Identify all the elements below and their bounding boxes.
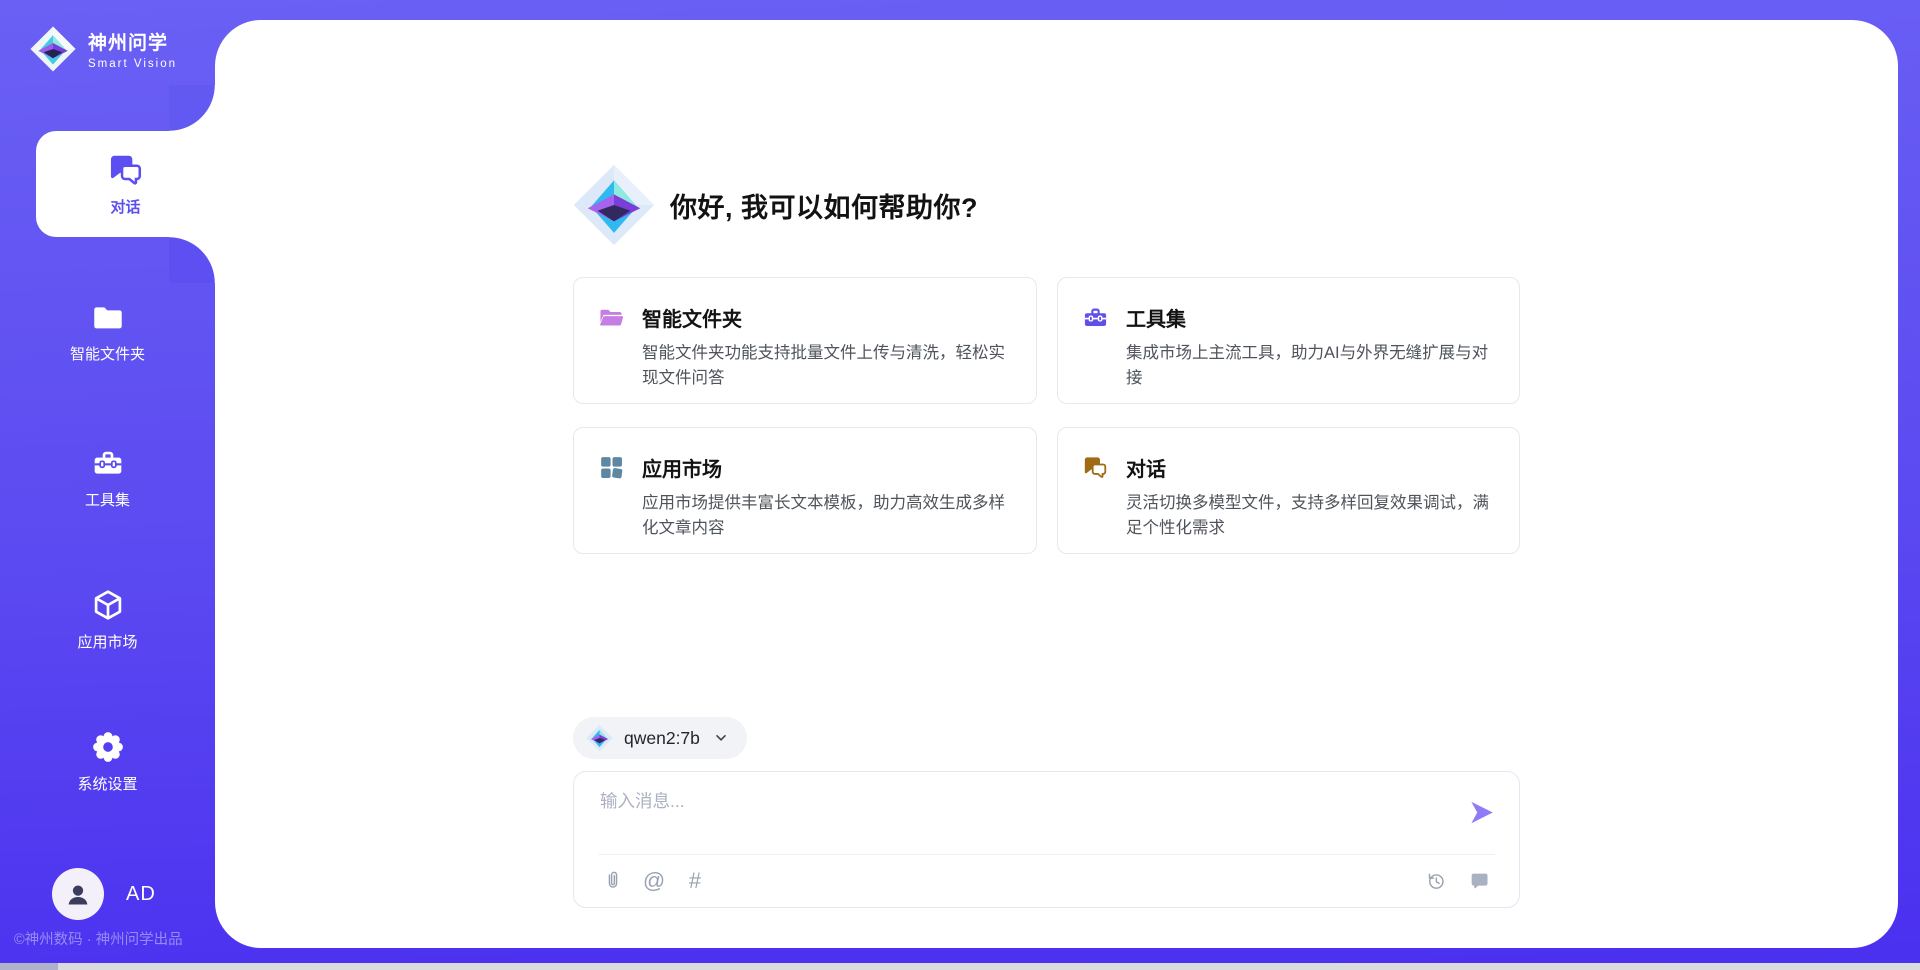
- sidebar-item-settings[interactable]: 系统设置: [0, 730, 215, 794]
- model-selector[interactable]: qwen2:7b: [573, 717, 747, 759]
- sidebar-item-label: 智能文件夹: [70, 343, 145, 364]
- attachment-button[interactable]: [600, 868, 626, 894]
- greeting: 你好, 我可以如何帮助你?: [573, 163, 978, 247]
- user-account[interactable]: AD: [52, 868, 156, 920]
- active-tab-fillet-top: [169, 85, 215, 131]
- send-button[interactable]: [1468, 799, 1495, 826]
- card-title: 应用市场: [642, 453, 722, 482]
- mention-icon: @: [643, 870, 665, 892]
- feature-cards: 智能文件夹 智能文件夹功能支持批量文件上传与清洗，轻松实现文件问答 工具: [573, 277, 1520, 554]
- sidebar: 神州问学 Smart Vision 对话 智能文件夹: [0, 0, 215, 970]
- chat-bubbles-icon: [107, 151, 145, 189]
- sidebar-item-label: 应用市场: [77, 631, 137, 652]
- sidebar-item-smart-folder[interactable]: 智能文件夹: [0, 300, 215, 364]
- gem-icon: [30, 24, 76, 74]
- card-title: 对话: [1126, 453, 1166, 482]
- main-content: 你好, 我可以如何帮助你? 智能文件夹 智能文件夹功能支持批量文件上传与清洗，轻…: [573, 20, 1520, 948]
- chat-bubble-button[interactable]: [1467, 868, 1493, 894]
- sidebar-item-app-market[interactable]: 应用市场: [0, 588, 215, 652]
- card-app-market[interactable]: 应用市场 应用市场提供丰富长文本模板，助力高效生成多样化文章内容: [573, 427, 1037, 554]
- card-chat[interactable]: 对话 灵活切换多模型文件，支持多样回复效果调试，满足个性化需求: [1057, 427, 1520, 554]
- brand: 神州问学 Smart Vision: [30, 24, 177, 74]
- card-description: 集成市场上主流工具，助力AI与外界无缝扩展与对接: [1126, 341, 1495, 391]
- send-arrow-icon: [1468, 799, 1495, 826]
- message-composer: @ #: [573, 771, 1520, 908]
- sidebar-item-toolkit[interactable]: 工具集: [0, 446, 215, 510]
- folder-icon: [91, 300, 125, 334]
- card-description: 智能文件夹功能支持批量文件上传与清洗，轻松实现文件问答: [642, 341, 1012, 391]
- attachment-icon: [602, 870, 624, 892]
- folder-open-icon: [598, 304, 625, 331]
- avatar: [52, 868, 104, 920]
- sidebar-item-label: 系统设置: [77, 773, 137, 794]
- greeting-title: 你好, 我可以如何帮助你?: [670, 186, 978, 225]
- card-smart-folder[interactable]: 智能文件夹 智能文件夹功能支持批量文件上传与清洗，轻松实现文件问答: [573, 277, 1037, 404]
- sidebar-item-label: 对话: [110, 196, 140, 217]
- message-input[interactable]: [600, 788, 1440, 846]
- card-toolkit[interactable]: 工具集 集成市场上主流工具，助力AI与外界无缝扩展与对接: [1057, 277, 1520, 404]
- brand-subtitle: Smart Vision: [88, 58, 177, 70]
- card-description: 应用市场提供丰富长文本模板，助力高效生成多样化文章内容: [642, 491, 1012, 541]
- hash-icon: #: [689, 870, 701, 892]
- chat-bubbles-icon: [1082, 454, 1109, 481]
- history-icon: [1425, 870, 1447, 892]
- horizontal-scrollbar[interactable]: [0, 963, 1920, 970]
- hash-button[interactable]: #: [682, 868, 708, 894]
- card-description: 灵活切换多模型文件，支持多样回复效果调试，满足个性化需求: [1126, 491, 1495, 541]
- brand-name: 神州问学: [88, 28, 177, 55]
- gem-icon: [586, 724, 613, 752]
- gem-icon: [573, 163, 655, 247]
- person-icon: [63, 879, 93, 909]
- card-title: 智能文件夹: [642, 303, 742, 332]
- grid-icon: [598, 454, 625, 481]
- active-tab-fillet-bottom: [169, 237, 215, 283]
- toolbox-icon: [1082, 304, 1109, 331]
- user-name: AD: [126, 883, 156, 906]
- mention-button[interactable]: @: [641, 868, 667, 894]
- sidebar-item-label: 工具集: [85, 489, 130, 510]
- chat-bubble-icon: [1469, 870, 1491, 892]
- gear-icon: [91, 730, 125, 764]
- toolbox-icon: [91, 446, 125, 480]
- chevron-down-icon: [713, 730, 729, 746]
- composer-toolbar: @ #: [600, 855, 1493, 907]
- app-background: 神州问学 Smart Vision 对话 智能文件夹: [0, 0, 1920, 970]
- sidebar-item-chat[interactable]: 对话: [36, 131, 215, 237]
- scrollbar-thumb[interactable]: [0, 963, 58, 970]
- main-panel: 你好, 我可以如何帮助你? 智能文件夹 智能文件夹功能支持批量文件上传与清洗，轻…: [215, 20, 1898, 948]
- card-title: 工具集: [1126, 303, 1186, 332]
- copyright-footer: ©神州数码 · 神州问学出品: [14, 928, 214, 949]
- cube-icon: [91, 588, 125, 622]
- history-button[interactable]: [1423, 868, 1449, 894]
- model-name: qwen2:7b: [624, 728, 700, 749]
